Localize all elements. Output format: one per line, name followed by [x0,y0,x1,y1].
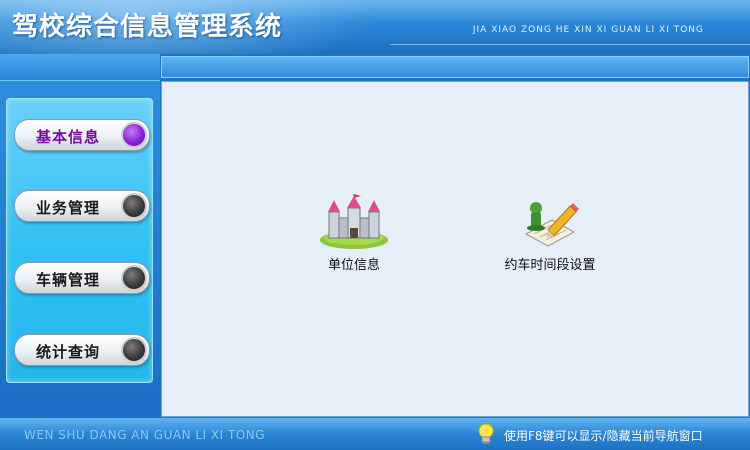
tile-label: 单位信息 [327,258,380,273]
tile-unit-info[interactable]: 单位信息 [289,194,419,273]
nav-item-business-management[interactable]: 业务管理 [14,190,150,222]
nav-item-label: 基本信息 [36,128,101,146]
app-header: 驾校综合信息管理系统 JIA XIAO ZONG HE XIN XI GUAN … [0,0,750,54]
header-divider [390,44,750,45]
content-toolbar [161,56,749,78]
nav-item-vehicle-management[interactable]: 车辆管理 [14,262,150,294]
nav-item-label: 车辆管理 [36,271,101,289]
nav-panel: 基本信息 业务管理 车辆管理 统计查询 [6,98,153,383]
nav-item-label: 统计查询 [36,343,101,361]
lightbulb-icon [478,423,494,444]
tile-label: 约车时间段设置 [504,258,596,273]
footer-pinyin-text: WEN SHU DANG AN GUAN LI XI TONG [24,428,266,442]
castle-icon [320,194,388,249]
nav-item-statistics-query[interactable]: 统计查询 [14,334,150,366]
indicator-icon [121,265,147,291]
status-bar: WEN SHU DANG AN GUAN LI XI TONG 使用F8键可以显… [0,418,750,450]
left-navigation: 基本信息 业务管理 车辆管理 统计查询 [0,54,160,418]
indicator-icon [121,337,147,363]
app-title: 驾校综合信息管理系统 [12,12,283,42]
content-area: 单位信息 约车时间段设置 [161,81,749,417]
indicator-icon [121,193,147,219]
tile-booking-time-settings[interactable]: 约车时间段设置 [485,194,615,273]
notepad-pencil-icon [524,202,579,247]
nav-item-basic-info[interactable]: 基本信息 [14,119,150,151]
nav-top-bar [0,54,160,81]
f8-hint-text: 使用F8键可以显示/隐藏当前导航窗口 [504,429,703,443]
active-indicator-icon [121,122,147,148]
nav-item-label: 业务管理 [36,199,101,217]
app-subtitle: JIA XIAO ZONG HE XIN XI GUAN LI XI TONG [472,25,704,35]
